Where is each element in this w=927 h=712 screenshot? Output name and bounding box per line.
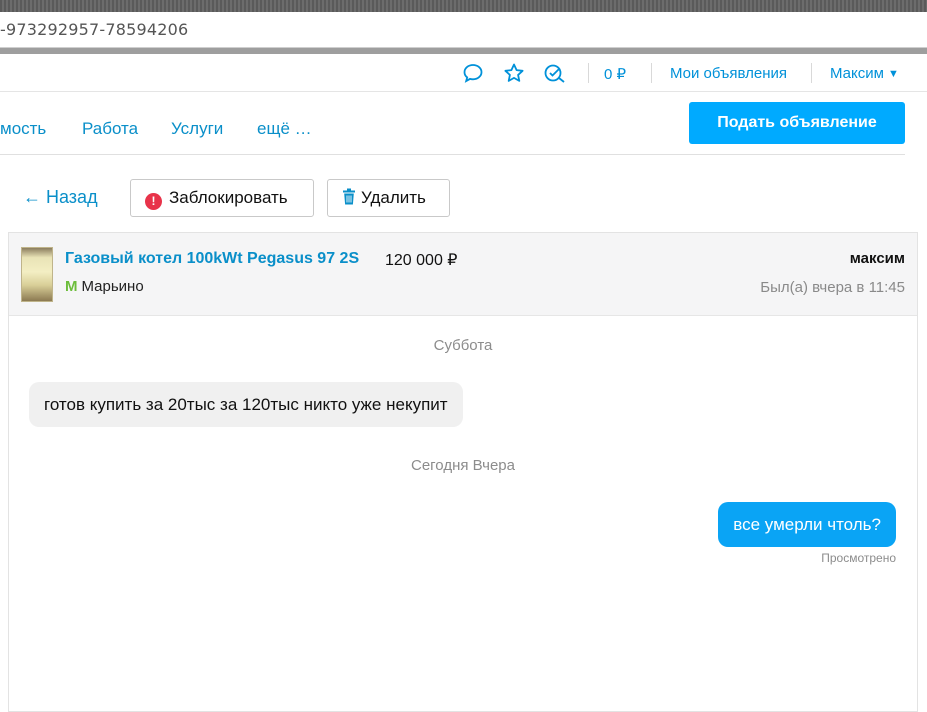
message-outgoing: все умерли чтоль? xyxy=(718,502,896,547)
divider xyxy=(651,63,652,83)
delete-label: Удалить xyxy=(361,188,426,207)
nav-item-services[interactable]: Услуги xyxy=(171,119,223,139)
block-label: Заблокировать xyxy=(169,188,288,207)
metro-icon: M xyxy=(65,278,78,295)
search-history-icon[interactable] xyxy=(543,62,565,84)
message-incoming: готов купить за 20тыс за 120тыс никто уж… xyxy=(29,382,463,427)
item-title-link[interactable]: Газовый котел 100kWt Pegasus 97 2S xyxy=(65,250,359,268)
nav-item-jobs[interactable]: Работа xyxy=(82,119,138,139)
read-status: Просмотрено xyxy=(821,551,896,565)
divider xyxy=(811,63,812,83)
nav-divider xyxy=(0,154,905,155)
last-seen: Был(а) вчера в 11:45 xyxy=(760,279,905,296)
wallet-balance[interactable]: 0 ₽ xyxy=(604,65,626,83)
browser-tab-strip xyxy=(0,0,927,12)
interlocutor-name[interactable]: максим xyxy=(850,250,905,267)
address-bar[interactable]: -973292957-78594206 xyxy=(0,12,927,48)
category-nav: мость Работа Услуги ещё … Подать объявле… xyxy=(0,93,927,155)
chat-icon[interactable] xyxy=(462,62,484,84)
nav-item-realty[interactable]: мость xyxy=(0,119,46,139)
chat-panel: Газовый котел 100kWt Pegasus 97 2S 120 0… xyxy=(8,232,918,712)
chevron-down-icon: ▼ xyxy=(887,68,899,80)
trash-icon xyxy=(342,182,356,218)
nav-item-more[interactable]: ещё … xyxy=(257,119,312,139)
user-bar: 0 ₽ Мои объявления Максим ▼ xyxy=(0,54,927,92)
post-ad-button[interactable]: Подать объявление xyxy=(689,102,905,144)
item-price: 120 000 ₽ xyxy=(385,252,458,269)
my-ads-link[interactable]: Мои объявления xyxy=(670,65,787,82)
back-link[interactable]: ← Назад xyxy=(23,187,98,208)
delete-chat-button[interactable]: Удалить xyxy=(327,179,450,217)
day-separator: Суббота xyxy=(433,337,493,354)
day-separator: Сегодня Вчера xyxy=(410,457,515,474)
item-thumbnail[interactable] xyxy=(21,247,53,302)
chat-header: Газовый котел 100kWt Pegasus 97 2S 120 0… xyxy=(9,233,917,316)
user-menu[interactable]: Максим ▼ xyxy=(830,65,899,82)
block-user-button[interactable]: ! Заблокировать xyxy=(130,179,314,217)
url-text[interactable]: -973292957-78594206 xyxy=(0,20,188,39)
star-icon[interactable] xyxy=(503,62,525,84)
metro-location: M Марьино xyxy=(65,278,144,295)
user-menu-label: Максим xyxy=(830,65,884,82)
metro-station: Марьино xyxy=(81,278,144,295)
divider xyxy=(588,63,589,83)
alert-icon: ! xyxy=(145,193,162,210)
